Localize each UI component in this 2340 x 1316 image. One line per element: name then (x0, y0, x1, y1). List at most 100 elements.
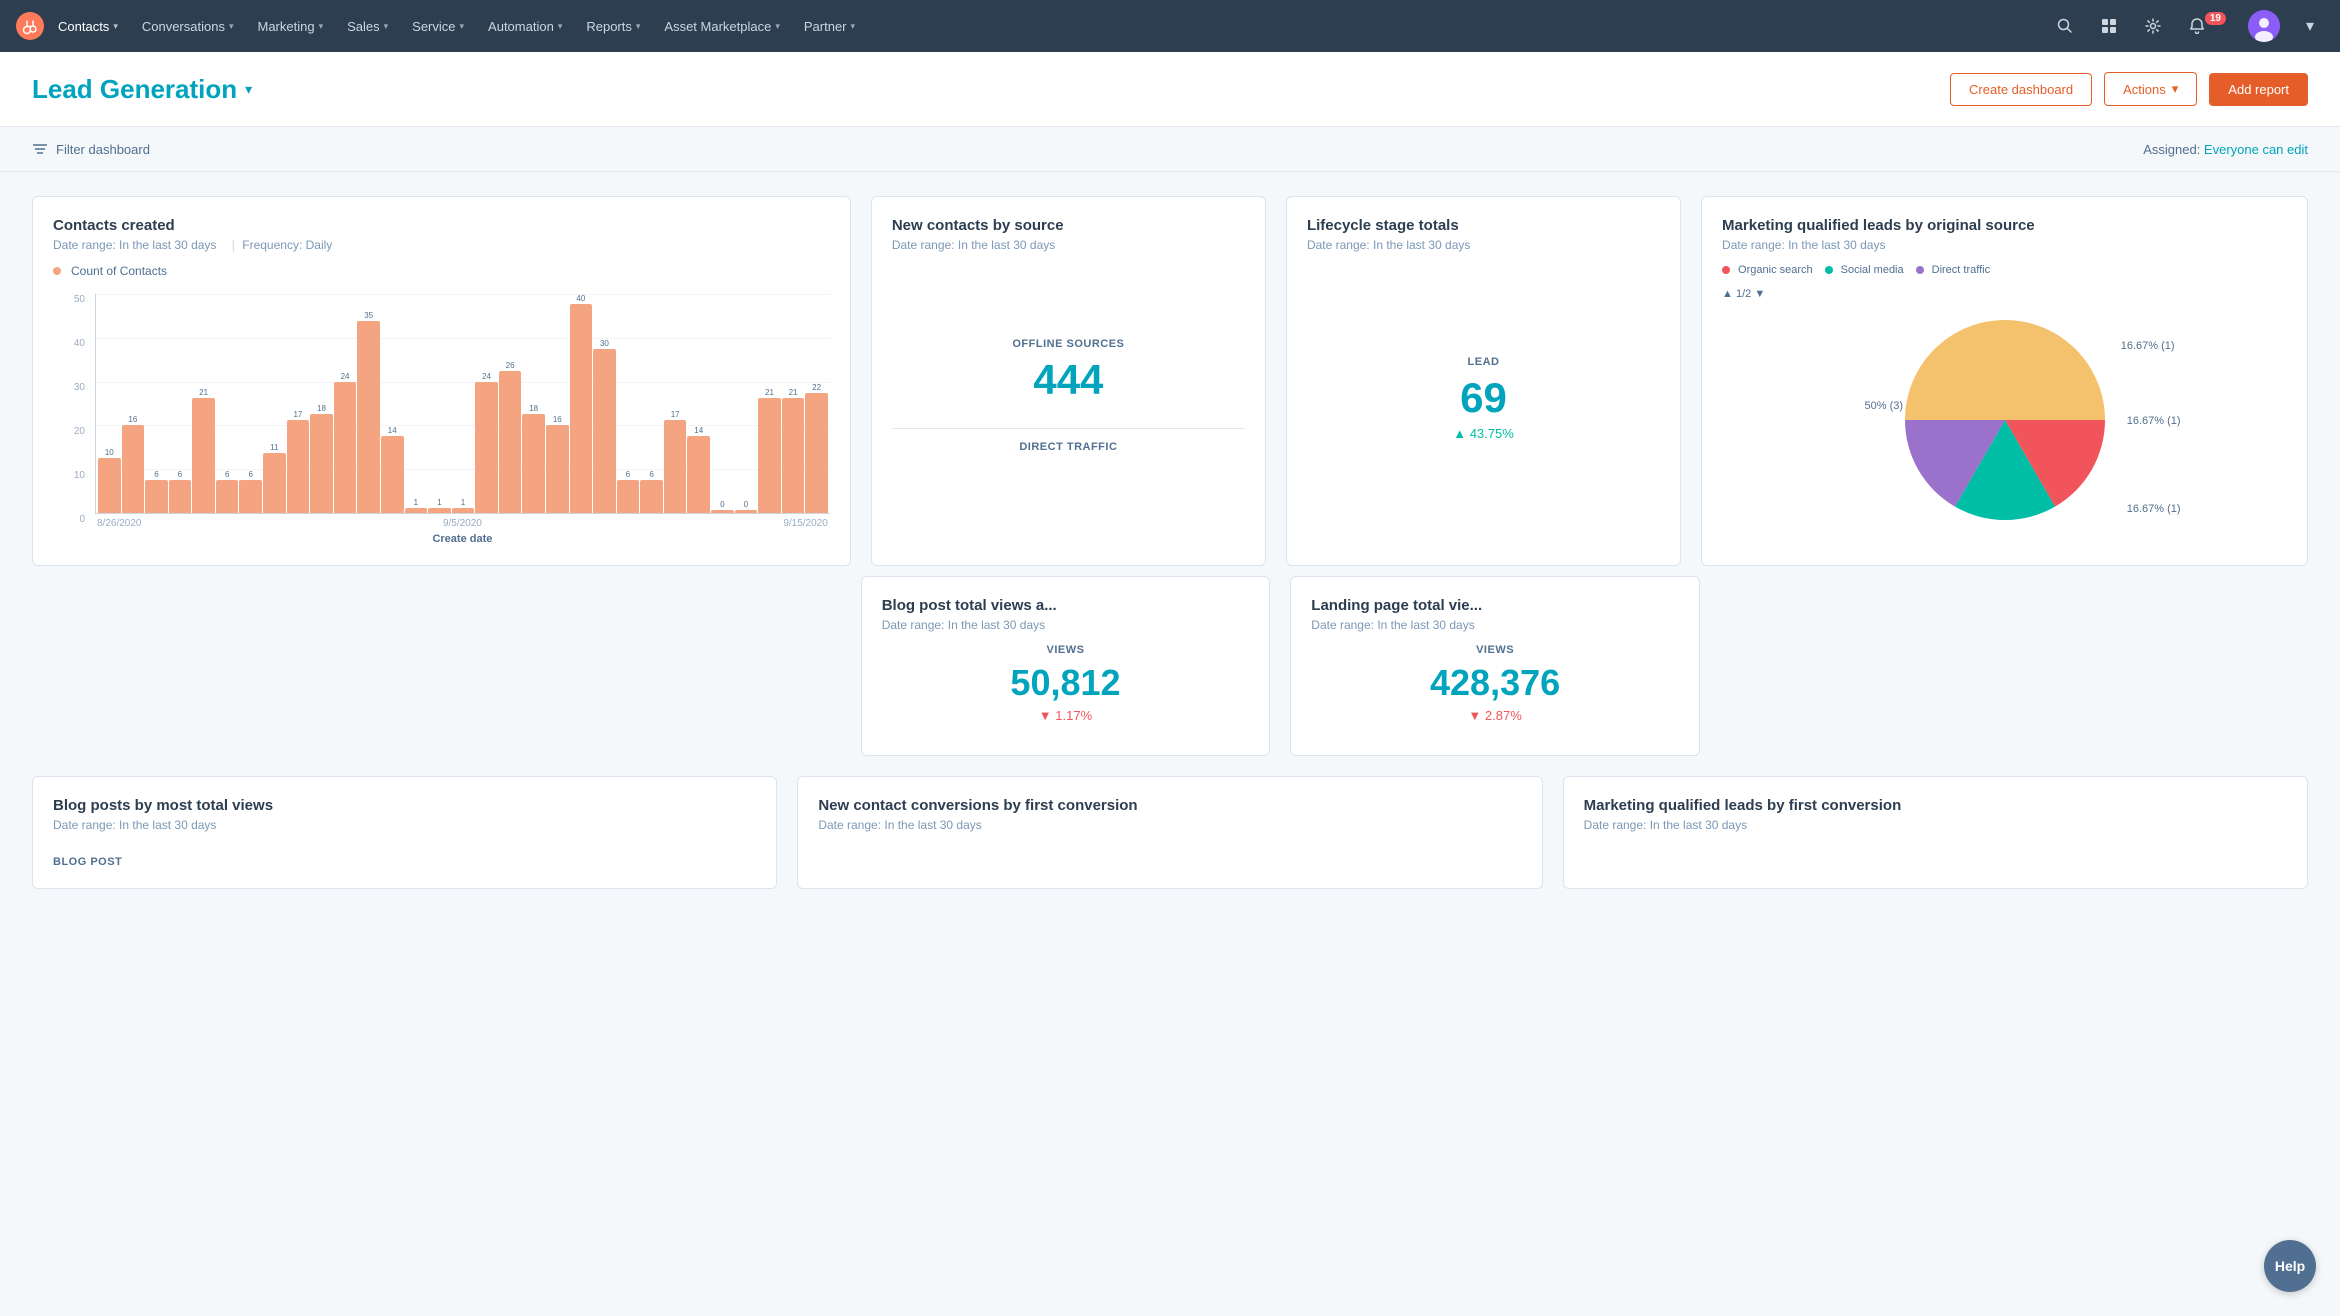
bar: 6 (216, 294, 239, 513)
page-title: Lead Generation (32, 74, 237, 105)
direct-traffic-section: DIRECT TRAFFIC (892, 441, 1245, 459)
nav-asset-marketplace-chevron: ▾ (775, 21, 780, 32)
filter-bar: Filter dashboard Assigned: Everyone can … (0, 127, 2340, 172)
pie-label-teal: 16.67% (1) (2127, 415, 2181, 427)
blog-views-label: VIEWS (882, 644, 1250, 656)
add-report-button[interactable]: Add report (2209, 73, 2308, 106)
blog-post-views-card: Blog post total views a... Date range: I… (861, 576, 1271, 756)
account-chevron-icon[interactable]: ▾ (2296, 12, 2324, 40)
down-arrow-icon2: ▼ (1468, 708, 1481, 723)
user-avatar[interactable] (2248, 10, 2280, 42)
organic-dot (1722, 266, 1730, 274)
nav-asset-marketplace[interactable]: Asset Marketplace ▾ (654, 13, 789, 40)
nav-marketing[interactable]: Marketing ▾ (247, 13, 333, 40)
bar: 6 (617, 294, 640, 513)
contacts-created-subtitle: Date range: In the last 30 days | Freque… (53, 238, 830, 252)
lead-change: ▲ 43.75% (1307, 426, 1660, 441)
bar: 6 (145, 294, 168, 513)
bar: 6 (169, 294, 192, 513)
lead-section: LEAD 69 ▲ 43.75% (1307, 356, 1660, 441)
nav-icon-group: 19 ▾ (2051, 10, 2324, 42)
bar: 1 (405, 294, 428, 513)
bar: 16 (546, 294, 569, 513)
bar: 6 (239, 294, 262, 513)
bar: 18 (310, 294, 333, 513)
nav-conversations[interactable]: Conversations ▾ (132, 13, 244, 40)
contacts-created-title: Contacts created (53, 217, 830, 234)
nav-reports[interactable]: Reports ▾ (576, 13, 650, 40)
marketplace-icon[interactable] (2095, 12, 2123, 40)
lead-label: LEAD (1307, 356, 1660, 368)
bar: 21 (782, 294, 805, 513)
page-title-dropdown-icon[interactable]: ▾ (245, 81, 252, 98)
up-arrow-icon: ▲ (1453, 426, 1466, 441)
assigned-value-link[interactable]: Everyone can edit (2204, 142, 2308, 157)
nav-automation-chevron: ▾ (558, 21, 563, 32)
bar: 1 (452, 294, 475, 513)
landing-page-title: Landing page total vie... (1311, 597, 1679, 614)
legend-organic: Organic search (1722, 264, 1813, 276)
help-button[interactable]: Help (2264, 1240, 2316, 1292)
bar: 24 (334, 294, 357, 513)
actions-chevron-icon: ▾ (2172, 81, 2179, 97)
page-header: Lead Generation ▾ Create dashboard Actio… (0, 52, 2340, 127)
bar: 16 (122, 294, 145, 513)
offline-sources-section: OFFLINE SOURCES 444 (892, 338, 1245, 404)
create-dashboard-button[interactable]: Create dashboard (1950, 73, 2092, 106)
nav-contacts[interactable]: Contacts ▾ (48, 13, 128, 40)
nav-partner[interactable]: Partner ▾ (794, 13, 865, 40)
bar: 26 (499, 294, 522, 513)
contacts-created-card: Contacts created Date range: In the last… (32, 196, 851, 566)
nav-sales[interactable]: Sales ▾ (337, 13, 398, 40)
mql-conv-title: Marketing qualified leads by first conve… (1584, 797, 2287, 814)
filter-dashboard-button[interactable]: Filter dashboard (32, 141, 150, 157)
hubspot-logo[interactable] (16, 12, 44, 40)
bar: 18 (522, 294, 545, 513)
legend-direct: Direct traffic (1916, 264, 1990, 276)
bar: 17 (287, 294, 310, 513)
search-icon[interactable] (2051, 12, 2079, 40)
social-dot (1825, 266, 1833, 274)
bar: 0 (711, 294, 734, 513)
nav-automation[interactable]: Automation ▾ (478, 13, 572, 40)
nav-service[interactable]: Service ▾ (402, 13, 474, 40)
dashboard-row-1b: Blog post total views a... Date range: I… (32, 576, 2308, 756)
landing-views-section: VIEWS 428,376 ▼ 2.87% (1311, 644, 1679, 723)
mql-card: Marketing qualified leads by original so… (1701, 196, 2308, 566)
offline-label: OFFLINE SOURCES (892, 338, 1245, 350)
bar: 11 (263, 294, 286, 513)
pie-nav[interactable]: ▲ 1/2 ▼ (1722, 288, 2287, 300)
header-actions: Create dashboard Actions ▾ Add report (1950, 72, 2308, 106)
contacts-legend-dot (53, 267, 61, 275)
blog-post-col-label: BLOG POST (53, 856, 756, 868)
bar: 40 (570, 294, 593, 513)
notification-count: 19 (2205, 12, 2226, 25)
lifecycle-subtitle: Date range: In the last 30 days (1307, 238, 1660, 252)
bar: 17 (664, 294, 687, 513)
blog-post-title: Blog post total views a... (882, 597, 1250, 614)
new-contacts-subtitle: Date range: In the last 30 days (892, 238, 1245, 252)
bar: 24 (475, 294, 498, 513)
assigned-area: Assigned: Everyone can edit (2143, 142, 2308, 157)
up-triangle-icon: ▲ (1722, 288, 1733, 300)
bar: 1 (428, 294, 451, 513)
landing-views-change: ▼ 2.87% (1311, 708, 1679, 723)
notification-area[interactable]: 19 (2183, 12, 2232, 40)
bar: 30 (593, 294, 616, 513)
settings-icon[interactable] (2139, 12, 2167, 40)
bar: 21 (758, 294, 781, 513)
bar: 0 (735, 294, 758, 513)
bar: 14 (381, 294, 404, 513)
lifecycle-card: Lifecycle stage totals Date range: In th… (1286, 196, 1681, 566)
new-contact-conv-subtitle: Date range: In the last 30 days (818, 818, 1521, 832)
y-axis: 50 40 30 20 10 0 (53, 294, 91, 545)
nav-service-chevron: ▾ (460, 21, 465, 32)
x-labels: 8/26/2020 9/5/2020 9/15/2020 (95, 518, 830, 529)
actions-button[interactable]: Actions ▾ (2104, 72, 2197, 106)
legend-social: Social media (1825, 264, 1904, 276)
blog-posts-most-subtitle: Date range: In the last 30 days (53, 818, 756, 832)
blog-post-subtitle: Date range: In the last 30 days (882, 618, 1250, 632)
mql-title: Marketing qualified leads by original so… (1722, 217, 2287, 234)
direct-label: DIRECT TRAFFIC (892, 441, 1245, 453)
bar: 6 (640, 294, 663, 513)
